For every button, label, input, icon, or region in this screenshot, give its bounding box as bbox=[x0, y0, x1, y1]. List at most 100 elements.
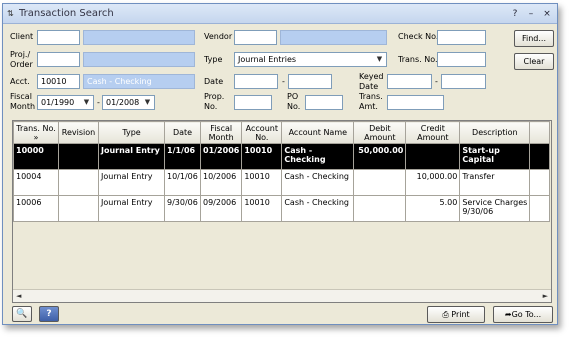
po-no-input[interactable] bbox=[305, 95, 343, 110]
po-no-label-line2: No. bbox=[287, 102, 301, 111]
vendor-code-input[interactable] bbox=[234, 30, 277, 45]
fiscal-month-range-dash: - bbox=[97, 98, 100, 107]
date-from-input[interactable] bbox=[234, 74, 278, 89]
client-label: Client bbox=[10, 32, 34, 41]
cell-fiscal-month: 01/2006 bbox=[199, 143, 243, 170]
printer-icon: ⎙ bbox=[442, 310, 452, 319]
magnifier-icon: 🔍 bbox=[16, 309, 28, 319]
proj-order-code-input[interactable] bbox=[37, 52, 80, 67]
proj-order-name-field bbox=[83, 52, 195, 67]
trans-no-label: Trans. No. bbox=[398, 55, 438, 64]
cell-account-name: Cash - Checking bbox=[281, 195, 355, 222]
search-button[interactable]: 🔍 bbox=[12, 306, 32, 322]
col-header-trans-no[interactable]: Trans. No.» bbox=[13, 121, 59, 144]
cell-debit-amount bbox=[353, 195, 407, 222]
goto-button[interactable]: ➦Go To... bbox=[493, 306, 553, 323]
col-header-credit-amount[interactable]: Credit Amount bbox=[405, 121, 461, 144]
trans-amt-label-line2: Amt. bbox=[359, 102, 378, 111]
window-title: Transaction Search bbox=[19, 8, 114, 19]
cell-credit-amount: 5.00 bbox=[405, 195, 461, 222]
cell-debit-amount: 50,000.00 bbox=[353, 143, 407, 170]
cell-account-no: 10010 bbox=[241, 169, 283, 196]
cell-credit-amount: 10,000.00 bbox=[405, 169, 461, 196]
cell-filler bbox=[529, 169, 551, 196]
date-label: Date bbox=[204, 77, 224, 86]
clear-button[interactable]: Clear bbox=[514, 53, 554, 70]
keyed-date-range-dash: - bbox=[435, 77, 438, 86]
trans-amt-input[interactable] bbox=[387, 95, 444, 110]
minimize-button[interactable]: – bbox=[525, 8, 537, 20]
fiscal-month-from-select[interactable]: 01/1990 ▼ bbox=[37, 95, 94, 110]
scroll-left-icon[interactable]: ◄ bbox=[16, 292, 21, 301]
cell-revision bbox=[58, 195, 99, 222]
cell-type: Journal Entry bbox=[98, 195, 165, 222]
cell-filler bbox=[529, 195, 551, 222]
col-header-type[interactable]: Type bbox=[98, 121, 165, 144]
fiscal-month-label-line1: Fiscal bbox=[10, 92, 32, 101]
cell-type: Journal Entry bbox=[98, 143, 165, 170]
keyed-date-from-input[interactable] bbox=[387, 74, 432, 89]
results-grid: Trans. No.» Revision Type Date Fiscal Mo… bbox=[12, 120, 552, 303]
keyed-date-label-line1: Keyed bbox=[359, 72, 384, 81]
type-select[interactable]: Journal Entries ▼ bbox=[234, 52, 387, 67]
trans-no-input[interactable] bbox=[437, 52, 486, 67]
cell-description: Start-up Capital bbox=[459, 143, 531, 170]
prop-no-label-line2: No. bbox=[204, 102, 218, 111]
col-header-revision[interactable]: Revision bbox=[58, 121, 99, 144]
check-no-input[interactable] bbox=[437, 30, 486, 45]
print-button[interactable]: ⎙ Print bbox=[427, 306, 485, 323]
fiscal-month-label-line2: Month bbox=[10, 102, 36, 111]
chevron-down-icon[interactable]: ▼ bbox=[374, 54, 385, 65]
cell-fiscal-month: 10/2006 bbox=[199, 169, 243, 196]
col-header-date[interactable]: Date bbox=[164, 121, 201, 144]
cell-description: Service Charges 9/30/06 bbox=[459, 195, 531, 222]
help-button[interactable]: ? bbox=[39, 306, 59, 322]
prop-no-input[interactable] bbox=[234, 95, 272, 110]
col-header-fiscal-month[interactable]: Fiscal Month bbox=[199, 121, 243, 144]
results-table: Trans. No.» Revision Type Date Fiscal Mo… bbox=[13, 121, 551, 222]
scroll-right-icon[interactable]: ► bbox=[543, 292, 548, 301]
find-button[interactable]: Find... bbox=[514, 30, 554, 47]
close-button[interactable]: × bbox=[541, 8, 553, 20]
client-name-field bbox=[83, 30, 195, 45]
cell-description: Transfer bbox=[459, 169, 531, 196]
cell-account-no: 10010 bbox=[241, 195, 283, 222]
cell-trans-no: 10006 bbox=[13, 195, 59, 222]
keyed-date-to-input[interactable] bbox=[441, 74, 486, 89]
table-row[interactable]: 10006 Journal Entry 9/30/06 09/2006 1001… bbox=[13, 195, 551, 222]
col-header-account-no[interactable]: Account No. bbox=[241, 121, 283, 144]
chevron-down-icon[interactable]: ▼ bbox=[142, 97, 153, 108]
client-code-input[interactable] bbox=[37, 30, 80, 45]
title-bar[interactable]: ⇅ Transaction Search ? – × bbox=[3, 4, 557, 24]
app-menu-icon[interactable]: ⇅ bbox=[7, 9, 17, 19]
goto-arrow-icon: ➦ bbox=[504, 310, 512, 319]
cell-account-name: Cash - Checking bbox=[281, 169, 355, 196]
prop-no-label-line1: Prop. bbox=[204, 92, 225, 101]
date-to-input[interactable] bbox=[288, 74, 332, 89]
help-title-button[interactable]: ? bbox=[509, 8, 521, 20]
proj-order-label-line1: Proj./ bbox=[10, 50, 31, 59]
print-label: Print bbox=[451, 310, 470, 319]
cell-type: Journal Entry bbox=[98, 169, 165, 196]
cell-fiscal-month: 09/2006 bbox=[199, 195, 243, 222]
horizontal-scrollbar[interactable]: ◄ ► bbox=[13, 289, 551, 302]
vendor-label: Vendor bbox=[204, 32, 233, 41]
acct-code-input[interactable]: 10010 bbox=[37, 74, 80, 89]
fiscal-month-to-select[interactable]: 01/2008 ▼ bbox=[102, 95, 155, 110]
trans-amt-label-line1: Trans. bbox=[359, 92, 383, 101]
goto-label: Go To... bbox=[511, 310, 542, 319]
proj-order-label-line2: Order bbox=[10, 60, 33, 69]
chevron-down-icon[interactable]: ▼ bbox=[81, 97, 92, 108]
cell-filler bbox=[529, 143, 551, 170]
help-icon: ? bbox=[46, 309, 52, 319]
cell-revision bbox=[58, 143, 99, 170]
acct-label: Acct. bbox=[10, 77, 30, 86]
table-row[interactable]: 10000 Journal Entry 1/1/06 01/2006 10010… bbox=[13, 143, 551, 170]
date-range-dash: - bbox=[282, 77, 285, 86]
type-selected-value: Journal Entries bbox=[238, 55, 297, 64]
col-header-description[interactable]: Description bbox=[459, 121, 531, 144]
table-row[interactable]: 10004 Journal Entry 10/1/06 10/2006 1001… bbox=[13, 169, 551, 196]
col-header-debit-amount[interactable]: Debit Amount bbox=[353, 121, 407, 144]
col-header-account-name[interactable]: Account Name bbox=[281, 121, 355, 144]
keyed-date-label-line2: Date bbox=[359, 82, 379, 91]
